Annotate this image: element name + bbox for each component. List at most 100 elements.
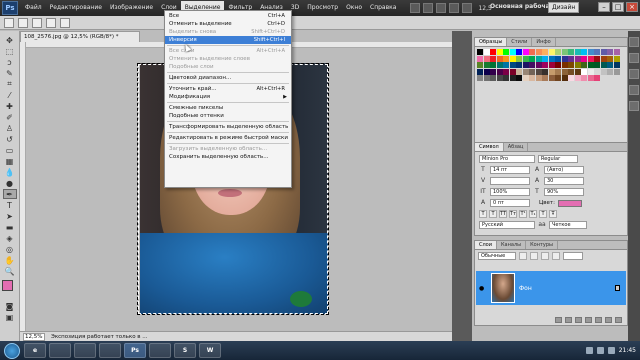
zoom-tool-icon[interactable]: 🔍	[3, 266, 17, 276]
history-brush-tool-icon[interactable]: ↺	[3, 134, 17, 144]
swatch[interactable]	[587, 55, 594, 62]
swatch[interactable]	[477, 75, 483, 81]
swatch[interactable]	[568, 75, 574, 81]
swatch[interactable]	[548, 68, 555, 75]
menu-9[interactable]: Окно	[342, 1, 366, 15]
pen-tool-icon[interactable]: ✒	[2, 189, 17, 199]
swatch[interactable]	[607, 55, 613, 62]
swatch[interactable]	[490, 55, 496, 62]
swatch[interactable]	[496, 49, 503, 55]
kerning-field[interactable]	[490, 177, 530, 185]
swatch[interactable]	[581, 55, 587, 62]
swatch[interactable]	[490, 62, 496, 68]
screen-mode-icon[interactable]	[462, 3, 473, 13]
horizontal-scale-field[interactable]: 90%	[544, 188, 584, 196]
tab-character-0[interactable]: Символ	[475, 143, 504, 151]
swatch[interactable]	[509, 68, 516, 75]
new-group-icon[interactable]	[595, 316, 602, 323]
menu-0[interactable]: Файл	[21, 1, 46, 15]
swatch[interactable]	[587, 49, 594, 55]
swatch[interactable]	[607, 62, 613, 68]
swatch[interactable]	[542, 75, 548, 81]
visibility-eye-icon[interactable]: ●	[479, 285, 487, 292]
font-size-field[interactable]: 14 пт	[490, 166, 530, 174]
gradient-tool-icon[interactable]: ▦	[3, 156, 17, 166]
swatch[interactable]	[600, 68, 607, 75]
clone-source-panel-icon[interactable]	[629, 85, 639, 95]
tab-swatches-2[interactable]: Инфо	[532, 38, 556, 46]
dodge-tool-icon[interactable]: ●	[3, 178, 17, 188]
swatch[interactable]	[503, 55, 509, 62]
taskbar-word-icon[interactable]: W	[199, 343, 221, 358]
swatch[interactable]	[477, 62, 483, 68]
swatch[interactable]	[581, 75, 587, 81]
selection-menu-item[interactable]: Выделить снова Shift+Ctrl+D	[165, 28, 291, 36]
swatch[interactable]	[529, 68, 535, 75]
taskbar-browser-icon[interactable]	[99, 343, 121, 358]
volume-icon[interactable]	[596, 347, 604, 354]
taskbar-skype-icon[interactable]: S	[174, 343, 196, 358]
tab-layers-0[interactable]: Слои	[475, 241, 497, 249]
swatch[interactable]	[574, 62, 581, 68]
layer-style-icon[interactable]	[565, 316, 572, 323]
selection-menu-item[interactable]: Смежные пикселы	[165, 104, 291, 112]
selection-menu-item[interactable]: Инверсия Shift+Ctrl+I	[165, 36, 291, 44]
3d-rotate-tool-icon[interactable]: ◈	[3, 233, 17, 243]
swatch[interactable]	[529, 75, 535, 81]
all-caps-button[interactable]: TT	[499, 210, 507, 218]
swatch[interactable]	[568, 49, 574, 55]
adjustments-panel-icon[interactable]	[629, 101, 639, 111]
swatch[interactable]	[574, 75, 581, 81]
swatch[interactable]	[516, 55, 522, 62]
swatch[interactable]	[516, 62, 522, 68]
status-zoom[interactable]: 12,5%	[23, 332, 45, 341]
brushes-panel-icon[interactable]	[629, 69, 639, 79]
swatch[interactable]	[529, 55, 535, 62]
font-family-select[interactable]: Minion Pro	[479, 155, 535, 163]
selection-menu-item[interactable]: Подобные слои	[165, 63, 291, 71]
swatch[interactable]	[535, 55, 542, 62]
swatch[interactable]	[548, 75, 555, 81]
swatch[interactable]	[555, 49, 561, 55]
selection-menu-item[interactable]: Модификация ▶	[165, 93, 291, 101]
swatch[interactable]	[483, 75, 490, 81]
font-style-select[interactable]: Regular	[538, 155, 578, 163]
swatch[interactable]	[516, 49, 522, 55]
swatch[interactable]	[594, 68, 600, 75]
selection-menu-item[interactable]: Отменить выделение слоев	[165, 55, 291, 63]
swatch[interactable]	[581, 49, 587, 55]
eyedropper-tool-icon[interactable]: ⁄	[3, 90, 17, 100]
delete-layer-icon[interactable]	[615, 316, 622, 323]
extras-icon[interactable]	[436, 3, 447, 13]
swatch[interactable]	[535, 49, 542, 55]
selection-menu-item[interactable]: Трансформировать выделенную область	[165, 123, 291, 131]
swatch[interactable]	[613, 55, 620, 62]
network-icon[interactable]	[585, 347, 593, 354]
swatch[interactable]	[613, 62, 620, 68]
subtract-selection-icon[interactable]	[46, 17, 56, 28]
layer-name[interactable]: Фон	[519, 285, 532, 292]
document-tab[interactable]: 108_2576.jpg @ 12,5% (RGB/8*) *	[20, 31, 140, 42]
swatch[interactable]	[535, 68, 542, 75]
swatch[interactable]	[594, 55, 600, 62]
swatch[interactable]	[477, 68, 483, 75]
swatch[interactable]	[503, 62, 509, 68]
swatch[interactable]	[483, 55, 490, 62]
quick-select-tool-icon[interactable]: ✎	[3, 68, 17, 78]
swatch[interactable]	[587, 62, 594, 68]
taskbar-ie-icon[interactable]: e	[24, 343, 46, 358]
selection-menu-item[interactable]: Загрузить выделенную область...	[165, 145, 291, 153]
swatch[interactable]	[522, 68, 529, 75]
taskbar-photoshop-icon[interactable]: Ps	[124, 343, 146, 358]
tab-swatches-0[interactable]: Образцы	[475, 38, 508, 46]
bridge-icon[interactable]	[410, 3, 421, 13]
tool-preset-picker[interactable]	[4, 17, 14, 28]
swatch[interactable]	[542, 62, 548, 68]
workspace-design-button[interactable]: Дизайн	[548, 2, 580, 13]
selection-menu-item[interactable]: Подобные оттенки	[165, 112, 291, 120]
swatch[interactable]	[509, 62, 516, 68]
color-swatches[interactable]	[1, 280, 18, 296]
small-caps-button[interactable]: Tт	[509, 210, 517, 218]
path-select-tool-icon[interactable]: ➤	[3, 211, 17, 221]
faux-bold-button[interactable]: T	[479, 210, 487, 218]
